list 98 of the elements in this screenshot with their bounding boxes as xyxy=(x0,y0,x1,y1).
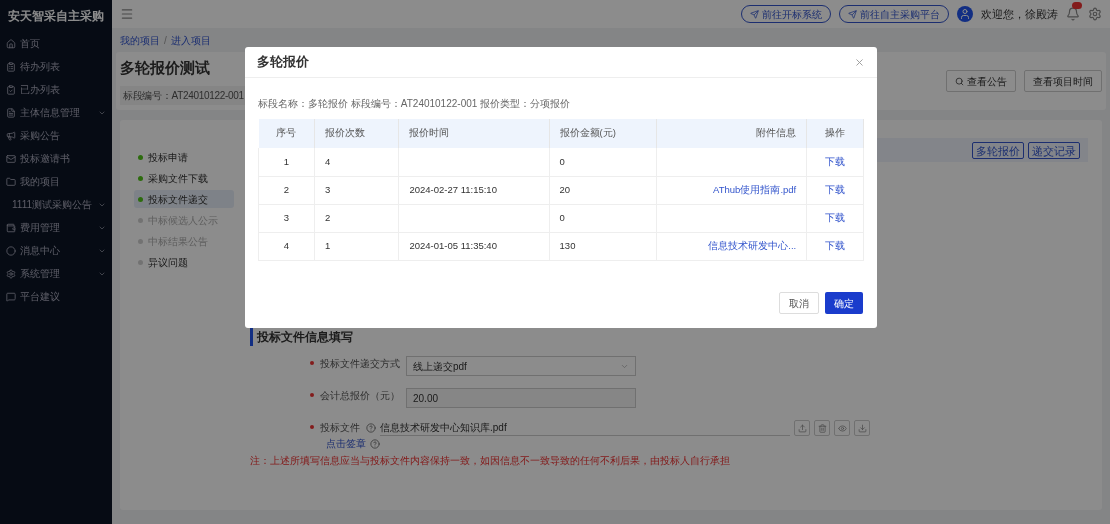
menu-icon[interactable] xyxy=(120,7,134,21)
sign-link[interactable]: 点击签章 xyxy=(326,436,366,451)
bell-icon[interactable] xyxy=(1066,7,1080,21)
menu-item-icon xyxy=(6,38,16,49)
sidebar-item[interactable]: 平台建议 xyxy=(0,285,112,308)
column-header: 报价金额(元) xyxy=(549,119,657,148)
download-link[interactable]: 下载 xyxy=(825,239,846,251)
project-code: 标段编号：AT24010122-001 xyxy=(120,85,247,105)
menu-item-icon xyxy=(6,61,16,72)
step-item[interactable]: 异议问题 xyxy=(134,253,234,271)
menu-item-icon xyxy=(6,291,16,302)
greeting-text: 欢迎您，徐殿涛 xyxy=(981,6,1058,22)
table-cell: 2 xyxy=(325,211,331,223)
required-mark xyxy=(310,361,314,365)
breadcrumb-separator: / xyxy=(164,33,167,48)
field-label: 投标文件 xyxy=(320,421,360,435)
download-icon xyxy=(857,423,867,433)
warning-note: 注：上述所填写信息应当与投标文件内容保持一致，如因信息不一致导致的任何不利后果，由投标人自行承担 xyxy=(250,454,731,468)
breadcrumb-current: 进入项目 xyxy=(170,33,211,48)
step-item[interactable]: 投标申请 xyxy=(134,148,234,166)
required-mark xyxy=(310,425,314,429)
download-button[interactable] xyxy=(854,420,870,436)
column-header: 序号 xyxy=(258,119,315,148)
column-header: 报价时间 xyxy=(398,119,550,148)
table-cell: 2024-01-05 11:35:40 xyxy=(409,239,497,251)
menu-item-icon xyxy=(6,153,16,164)
notification-badge xyxy=(1072,2,1082,9)
table-cell: 0 xyxy=(559,155,565,167)
help-icon xyxy=(366,423,376,433)
table-cell: 2024-02-27 11:15:10 xyxy=(409,183,497,195)
preview-button[interactable] xyxy=(834,420,850,436)
breadcrumb-link[interactable]: 我的项目 xyxy=(120,32,160,48)
table-cell: 2 xyxy=(283,183,290,195)
sidebar-item[interactable]: 投标邀请书 xyxy=(0,147,112,170)
sidebar-item[interactable]: 1111测试采购公告 xyxy=(0,193,112,216)
table-cell: 0 xyxy=(559,211,565,223)
table-cell: 4 xyxy=(325,155,331,167)
send-icon xyxy=(848,9,857,19)
attachment-link[interactable]: 信息技术研发中心... xyxy=(708,239,797,251)
menu-item-icon xyxy=(6,107,16,118)
input-field[interactable]: 20.00 xyxy=(406,388,636,408)
action-button[interactable]: 查看公告 xyxy=(946,70,1016,92)
step-item[interactable]: 采购文件下载 xyxy=(134,169,234,187)
confirm-button[interactable]: 确定 xyxy=(825,292,863,314)
table-cell: 20 xyxy=(559,183,571,195)
file-name: 信息技术研发中心知识库.pdf xyxy=(380,420,790,436)
panel-button[interactable]: 递交记录 xyxy=(1028,141,1080,159)
panel-button[interactable]: 多轮报价 xyxy=(972,141,1024,159)
field-label: 投标文件递交方式 xyxy=(320,357,400,371)
required-mark xyxy=(310,393,314,397)
cancel-button[interactable]: 取消 xyxy=(779,292,819,314)
avatar-icon[interactable] xyxy=(957,6,973,22)
sidebar-item[interactable]: 费用管理 xyxy=(0,216,112,239)
upload-icon xyxy=(797,423,807,433)
table-cell: 1 xyxy=(325,239,331,251)
menu-item-icon xyxy=(6,176,16,187)
eye-icon xyxy=(837,423,847,433)
table-cell: 3 xyxy=(283,211,290,223)
table-cell: 3 xyxy=(325,183,331,195)
column-header: 操作 xyxy=(806,119,864,148)
sidebar-item[interactable]: 我的项目 xyxy=(0,170,112,193)
action-button[interactable]: 查看项目时间 xyxy=(1024,70,1102,92)
delete-button[interactable] xyxy=(814,420,830,436)
table-cell: 130 xyxy=(559,239,576,251)
sidebar-item[interactable]: 消息中心 xyxy=(0,239,112,262)
dialog-info: 标段名称：多轮报价 标段编号：AT24010122-001 报价类型：分项报价 xyxy=(258,97,572,111)
download-link[interactable]: 下载 xyxy=(825,183,846,195)
settings-icon[interactable] xyxy=(1088,7,1102,21)
attachment-link[interactable]: AThub使用指南.pdf xyxy=(713,183,797,195)
step-item[interactable]: 投标文件递交 xyxy=(134,190,234,208)
field-label: 会计总报价（元） xyxy=(320,389,400,403)
app-title: 安天智采自主采购 xyxy=(7,8,105,25)
search-icon xyxy=(955,76,964,86)
upload-button[interactable] xyxy=(794,420,810,436)
table-cell: 1 xyxy=(283,155,290,167)
download-link[interactable]: 下载 xyxy=(825,155,846,167)
menu-item-icon xyxy=(6,268,16,279)
select-field[interactable]: 线上递交pdf xyxy=(406,356,636,376)
sidebar-item[interactable]: 已办列表 xyxy=(0,78,112,101)
download-link[interactable]: 下载 xyxy=(825,211,846,223)
sidebar-item[interactable]: 主体信息管理 xyxy=(0,101,112,124)
sidebar-item[interactable]: 系统管理 xyxy=(0,262,112,285)
menu-item-icon xyxy=(6,84,16,95)
help-icon xyxy=(370,438,380,449)
menu-item-icon xyxy=(6,222,16,233)
sidebar-item[interactable]: 首页 xyxy=(0,32,112,55)
trash-icon xyxy=(817,423,827,433)
close-icon[interactable] xyxy=(854,56,865,68)
dialog-title: 多轮报价 xyxy=(257,53,309,72)
send-icon xyxy=(750,9,759,19)
column-header: 附件信息 xyxy=(656,119,807,148)
column-header: 报价次数 xyxy=(314,119,399,148)
menu-item-icon xyxy=(6,245,16,256)
sidebar-item[interactable]: 采购公告 xyxy=(0,124,112,147)
project-title: 多轮报价测试 xyxy=(120,58,210,79)
table-cell: 4 xyxy=(283,239,290,251)
menu-item-icon xyxy=(6,130,16,141)
sidebar-item[interactable]: 待办列表 xyxy=(0,55,112,78)
